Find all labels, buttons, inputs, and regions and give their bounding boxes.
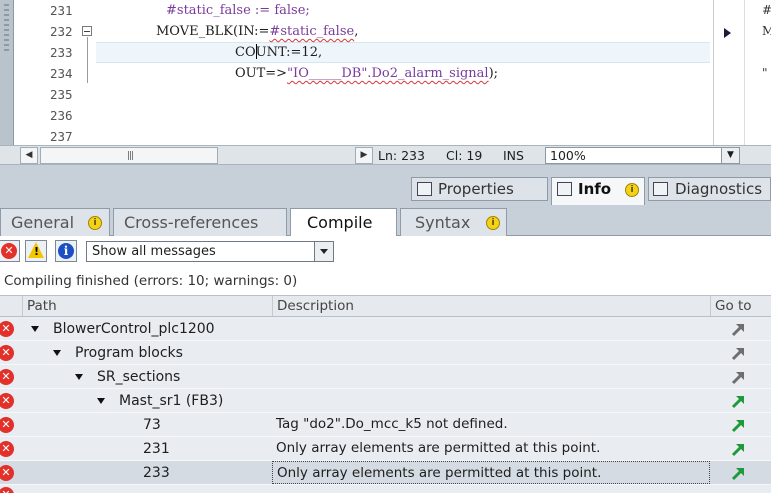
error-icon: ✕ (0, 321, 14, 337)
info-bulb-icon: i (486, 216, 500, 230)
code-line[interactable]: 234 OUT=>"IO_____DB".Do2_alarm_signal); (0, 63, 700, 84)
goto-arrow-icon[interactable] (730, 368, 748, 386)
tab-diagnostics[interactable]: Diagnostics (648, 177, 771, 201)
error-icon: ✕ (0, 369, 14, 385)
line-indicator: Ln: 233 (378, 148, 425, 163)
line-number: 237 (50, 129, 73, 144)
line-number: 231 (50, 3, 73, 18)
message-filter-toolbar: ✕ ! i Show all messages (0, 236, 771, 270)
editor-status-bar: ◀ ||| ▶ Ln: 233 Cl: 19 INS 100% ▼ (0, 145, 771, 165)
properties-icon (417, 182, 432, 196)
goto-arrow-icon[interactable] (730, 464, 748, 482)
code-line[interactable]: 237 (0, 126, 700, 147)
line-number: 234 (50, 66, 73, 81)
compile-summary: Compiling finished (errors: 10; warnings… (4, 273, 298, 289)
error-icon: ✕ (0, 465, 14, 481)
goto-arrow-icon[interactable] (730, 392, 748, 410)
table-row[interactable]: ✕ 231 Only array elements are permitted … (0, 437, 771, 461)
code-text[interactable]: OUT=>"IO_____DB".Do2_alarm_signal); (235, 63, 498, 84)
horizontal-scrollbar[interactable]: ||| (40, 147, 218, 164)
filter-warnings-button[interactable]: ! (25, 240, 47, 262)
tab-syntax[interactable]: Syntax i (400, 208, 507, 236)
line-number: 236 (50, 108, 73, 123)
error-icon: ✕ (0, 393, 14, 409)
code-text[interactable]: MOVE_BLK(IN:=#static_false, (156, 21, 358, 42)
chevron-down-icon: ▼ (721, 148, 739, 163)
error-icon: ✕ (0, 487, 14, 493)
error-icon: ✕ (0, 345, 14, 361)
goto-arrow-icon[interactable] (730, 440, 748, 458)
code-line[interactable]: 236 (0, 105, 700, 126)
goto-arrow-icon[interactable] (730, 320, 748, 338)
code-text[interactable]: #static_false := false; (166, 0, 310, 21)
tab-compile[interactable]: Compile (290, 208, 397, 237)
line-number: 233 (50, 45, 73, 60)
error-icon: ✕ (0, 441, 14, 457)
scroll-right-icon[interactable]: ▶ (355, 147, 373, 164)
table-row[interactable]: ✕ 73 Tag "do2".Do_mcc_k5 not defined. (0, 413, 771, 437)
info-bulb-icon: i (88, 216, 102, 230)
expand-triangle-icon[interactable] (31, 326, 39, 332)
info-bulb-icon: i (625, 183, 639, 197)
chevron-down-icon[interactable] (314, 242, 333, 261)
line-number: 235 (50, 87, 73, 102)
message-table-header: Path Description Go to (0, 295, 771, 317)
info-icon: i (58, 243, 74, 259)
info-subtabs: General i Cross-references Compile Synta… (0, 205, 771, 237)
table-row[interactable]: ✕ 233 Only array elements are permitted … (0, 461, 771, 485)
column-header-path[interactable]: Path (22, 296, 272, 316)
code-line[interactable]: 231 #static_false := false; (0, 0, 700, 21)
table-row[interactable]: ✕ SR_sections (0, 365, 771, 389)
diagnostics-icon (653, 182, 668, 196)
zoom-select[interactable]: 100% ▼ (545, 147, 740, 164)
column-indicator: Cl: 19 (446, 148, 483, 163)
insert-mode-indicator: INS (503, 148, 524, 163)
column-header-description[interactable]: Description (272, 296, 710, 316)
goto-arrow-icon[interactable] (730, 344, 748, 362)
expand-triangle-icon[interactable] (97, 398, 105, 404)
current-position-marker-icon (724, 28, 731, 38)
code-line[interactable]: 235 (0, 84, 700, 105)
code-editor[interactable]: 231 #static_false := false; 232 MOVE_BLK… (0, 0, 771, 145)
tab-general[interactable]: General i (0, 208, 110, 236)
filter-errors-button[interactable]: ✕ (0, 240, 20, 262)
code-line[interactable]: 233 COUNT:=12, (0, 42, 700, 63)
table-row[interactable]: ✕ BlowerControl_plc1200 (0, 317, 771, 341)
scroll-left-icon[interactable]: ◀ (20, 147, 38, 164)
tab-properties[interactable]: Properties (411, 177, 548, 201)
filter-info-button[interactable]: i (55, 240, 77, 262)
error-icon: ✕ (0, 417, 14, 433)
code-text[interactable]: COUNT:=12, (235, 42, 322, 63)
message-filter-select[interactable]: Show all messages (86, 241, 334, 262)
table-row[interactable]: ✕ Program blocks (0, 341, 771, 365)
side-preview-panel: # M " (713, 0, 771, 145)
inspector-window-tabs: Properties Info i Diagnostics (0, 165, 771, 205)
fold-collapse-icon[interactable] (82, 26, 92, 36)
column-header-goto[interactable]: Go to (710, 296, 771, 316)
expand-triangle-icon[interactable] (53, 350, 61, 356)
table-row-partial: ✕ (0, 485, 771, 493)
error-icon: ✕ (1, 243, 17, 259)
tab-cross-references[interactable]: Cross-references (113, 208, 287, 236)
table-row[interactable]: ✕ Mast_sr1 (FB3) (0, 389, 771, 413)
goto-arrow-icon[interactable] (730, 416, 748, 434)
expand-triangle-icon[interactable] (75, 374, 83, 380)
tab-info[interactable]: Info i (551, 177, 645, 205)
info-tab-icon (557, 182, 572, 196)
code-line[interactable]: 232 MOVE_BLK(IN:=#static_false, (0, 21, 700, 42)
